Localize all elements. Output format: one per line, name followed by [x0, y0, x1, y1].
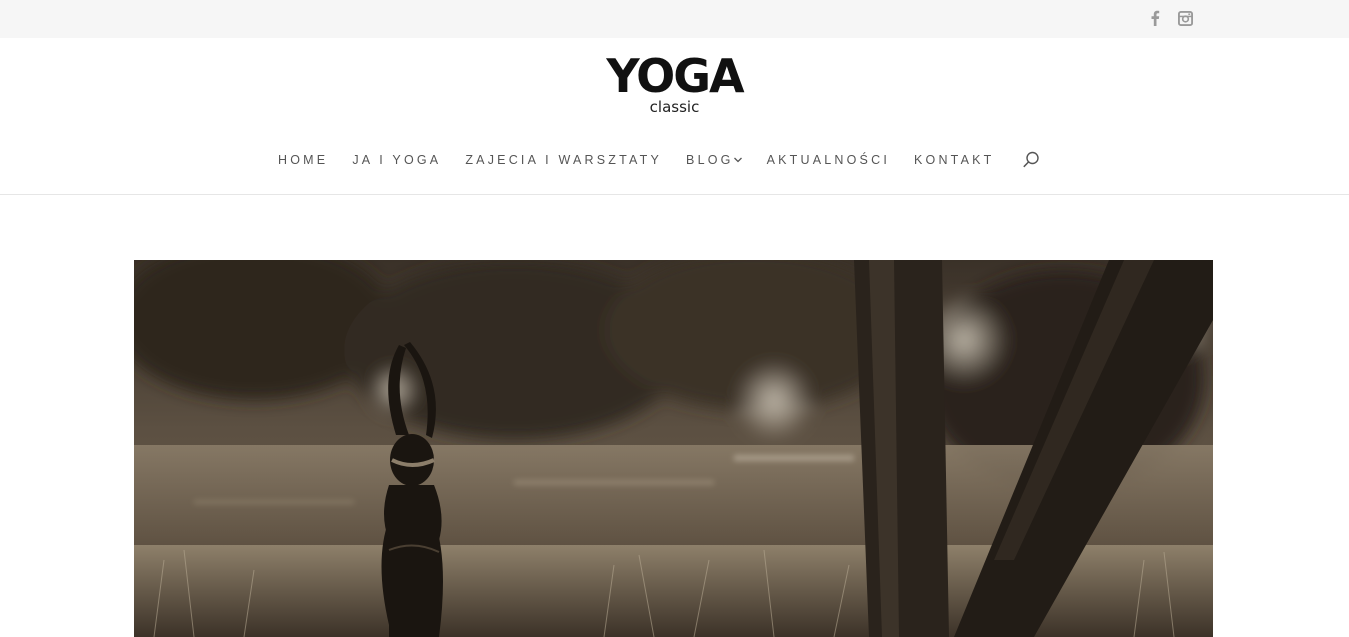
facebook-icon[interactable] — [1146, 9, 1164, 27]
nav-item-home[interactable]: HOME — [278, 153, 328, 167]
site-logo[interactable]: YOGA classic — [0, 52, 1349, 115]
instagram-icon[interactable] — [1176, 9, 1194, 27]
top-bar — [0, 0, 1349, 38]
chevron-down-icon — [733, 156, 743, 164]
logo-sub-text: classic — [649, 98, 700, 116]
search-icon[interactable] — [1022, 151, 1040, 169]
nav-item-zajecia[interactable]: ZAJECIA I WARSZTATY — [465, 153, 662, 167]
nav-item-blog-label: BLOG — [686, 153, 734, 167]
nav-item-kontakt[interactable]: KONTAKT — [914, 153, 995, 167]
nav-item-aktualnosci[interactable]: AKTUALNOŚCI — [767, 153, 890, 167]
nav-item-blog[interactable]: BLOG — [686, 153, 743, 167]
main-nav: HOME JA I YOGA ZAJECIA I WARSZTATY BLOG … — [278, 151, 1040, 169]
site-header: YOGA classic HOME JA I YOGA ZAJECIA I WA… — [0, 38, 1349, 195]
logo-main-text: YOGA — [606, 49, 744, 103]
hero-image — [134, 260, 1213, 637]
nav-item-ja-i-yoga[interactable]: JA I YOGA — [352, 153, 441, 167]
